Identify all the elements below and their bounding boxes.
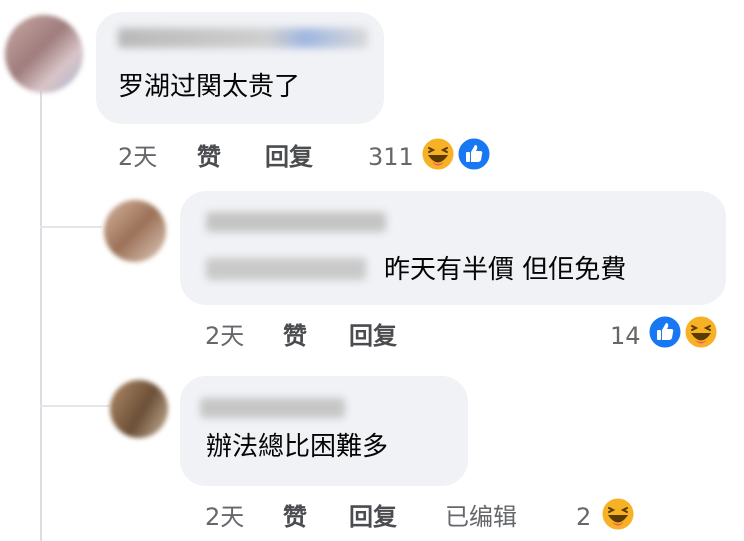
like-button[interactable]: 赞	[197, 143, 221, 171]
comment-timestamp[interactable]: 2天	[205, 503, 244, 531]
comment-text: 罗湖过関太贵了	[118, 72, 301, 102]
reaction-count[interactable]: 2	[576, 503, 591, 531]
comment-text: 昨天有半價 但佢免費	[384, 255, 627, 285]
like-button[interactable]: 赞	[283, 503, 307, 531]
reply-button[interactable]: 回复	[349, 503, 397, 531]
haha-icon[interactable]	[600, 496, 636, 532]
reply-button[interactable]: 回复	[349, 322, 397, 350]
haha-icon[interactable]	[683, 314, 719, 350]
mention-blurred[interactable]	[206, 258, 366, 280]
reply-button[interactable]: 回复	[265, 143, 313, 171]
edited-label: 已编辑	[445, 503, 517, 531]
author-name-blurred[interactable]	[206, 212, 386, 232]
author-name-blurred[interactable]	[118, 28, 368, 48]
author-name-blurred[interactable]	[200, 398, 345, 418]
comment-bubble	[180, 191, 726, 305]
comment-timestamp[interactable]: 2天	[205, 322, 244, 350]
comment-timestamp[interactable]: 2天	[118, 143, 157, 171]
reaction-count[interactable]: 311	[368, 143, 414, 171]
comment-text: 辦法總比困難多	[206, 432, 389, 462]
thread-line	[40, 90, 42, 541]
like-icon[interactable]	[647, 314, 683, 350]
reaction-count[interactable]: 14	[610, 322, 641, 350]
reply-connector	[40, 226, 102, 228]
comment-bubble	[180, 376, 468, 486]
reply-connector	[40, 405, 110, 407]
like-button[interactable]: 赞	[283, 322, 307, 350]
avatar[interactable]	[104, 200, 166, 262]
haha-icon[interactable]	[420, 136, 456, 172]
comment-thread: 罗湖过関太贵了 2天 赞 回复 311 昨天有半價 但佢免費 2天 赞 回复 1…	[0, 0, 744, 541]
avatar[interactable]	[5, 15, 83, 93]
like-icon[interactable]	[456, 136, 492, 172]
avatar[interactable]	[110, 380, 168, 438]
